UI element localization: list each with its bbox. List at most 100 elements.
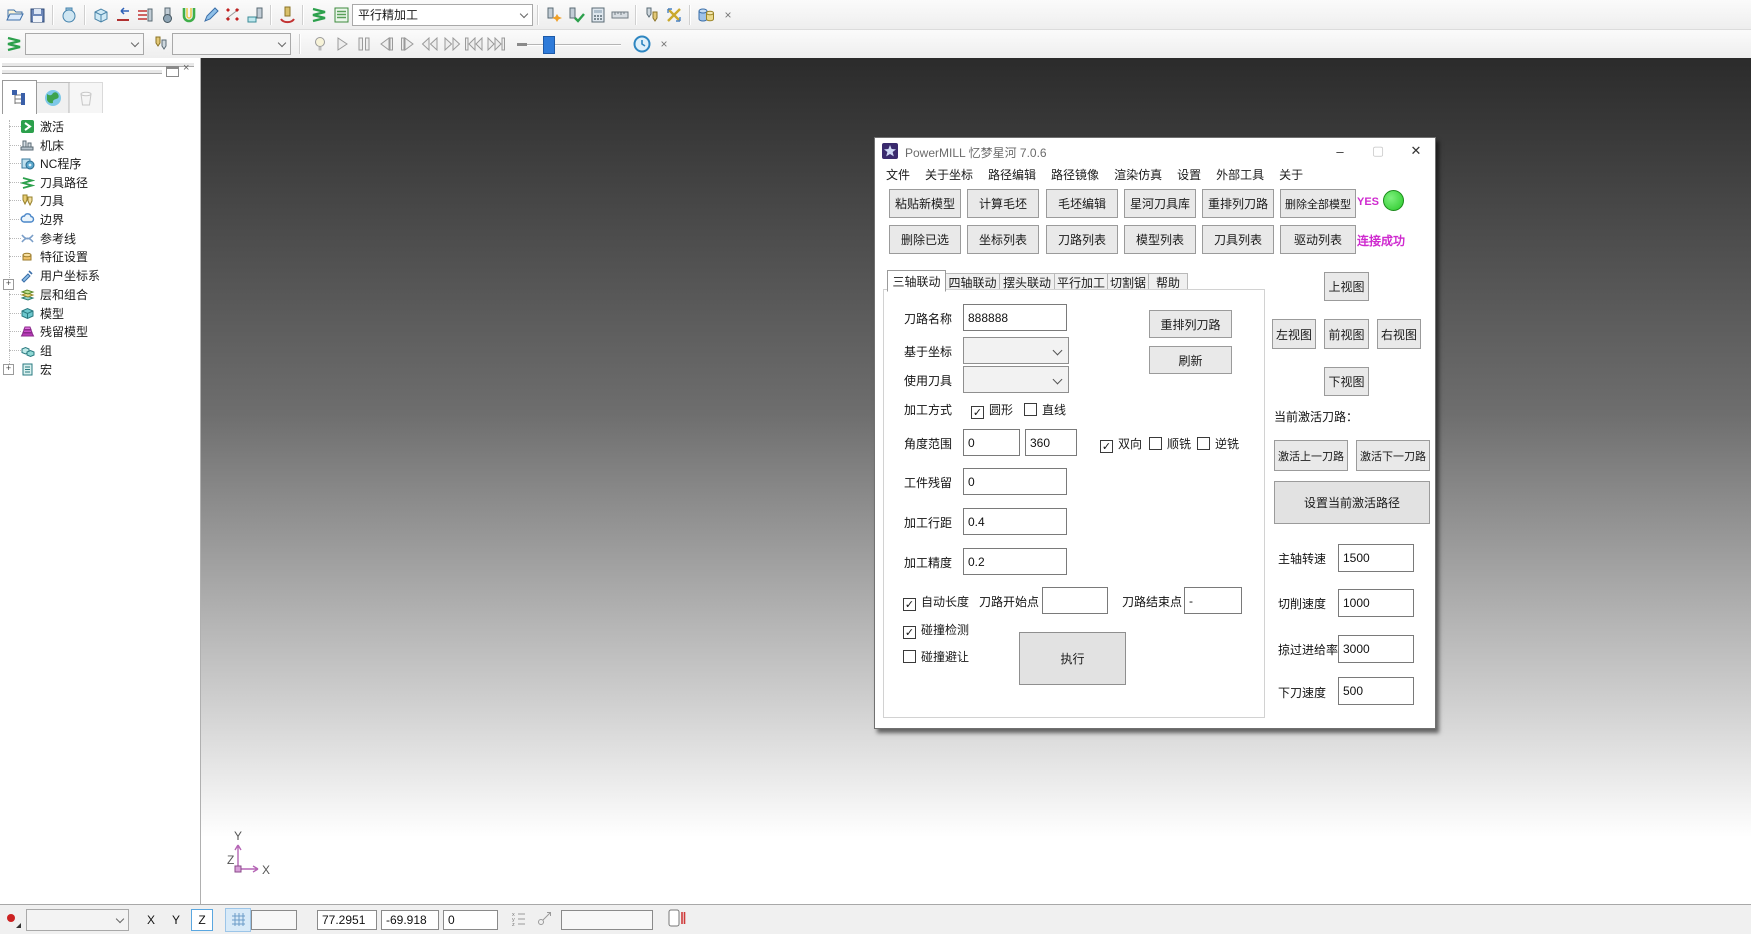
block-icon[interactable]: [90, 3, 112, 26]
view-front-button[interactable]: 前视图: [1324, 319, 1369, 349]
ball-tool-icon[interactable]: [156, 3, 178, 26]
view-right-button[interactable]: 右视图: [1377, 319, 1421, 349]
tab-3axis[interactable]: 三轴联动: [887, 270, 946, 292]
cutting-feed-input[interactable]: [1338, 589, 1414, 617]
use-tool-combo[interactable]: [963, 366, 1069, 393]
cursor-x-field[interactable]: [317, 910, 377, 930]
refresh-button[interactable]: 刷新: [1149, 346, 1232, 374]
collision-check-icon[interactable]: [178, 3, 200, 26]
speed-slider[interactable]: [517, 35, 621, 53]
tool-spark-icon[interactable]: [543, 3, 565, 26]
activate-prev-toolpath-button[interactable]: 激活上一刀路: [1274, 440, 1348, 471]
auto-length-checkbox[interactable]: ✓自动长度: [903, 593, 969, 611]
cursor-z-field[interactable]: [443, 910, 498, 930]
tab-recycle-bin[interactable]: [68, 82, 103, 113]
skip-end-icon[interactable]: [485, 33, 507, 56]
end-point-input[interactable]: [1184, 587, 1242, 614]
cross-arrows-icon[interactable]: [663, 3, 685, 26]
activate-next-toolpath-button[interactable]: 激活下一刀路: [1356, 440, 1430, 471]
play-icon[interactable]: [331, 33, 353, 56]
collision-check-checkbox[interactable]: ✓碰撞检测: [903, 621, 969, 639]
cursor-y-field[interactable]: [381, 910, 439, 930]
pattern-points-icon[interactable]: [222, 3, 244, 26]
stock-allowance-input[interactable]: [963, 468, 1067, 495]
spindle-speed-input[interactable]: [1338, 544, 1414, 572]
set-active-path-button[interactable]: 设置当前激活路径: [1274, 481, 1430, 524]
skim-feed-input[interactable]: [1338, 635, 1414, 663]
collision-avoid-checkbox[interactable]: 碰撞避让: [903, 648, 969, 665]
toolbar-gripper[interactable]: [2, 69, 162, 74]
delete-all-models-button[interactable]: 删除全部模型: [1280, 189, 1356, 218]
contact-book-icon[interactable]: [667, 909, 687, 930]
sim-toolbar-close-icon[interactable]: ×: [653, 33, 675, 56]
tree-item-levels-sets[interactable]: 层和组合: [20, 285, 88, 303]
menu-coords[interactable]: 关于坐标: [925, 166, 973, 183]
paste-model-button[interactable]: 粘贴新模型: [889, 189, 961, 218]
model-list-button[interactable]: 模型列表: [1124, 225, 1196, 254]
tab-globe[interactable]: [35, 82, 70, 113]
tree-item-activate[interactable]: 激活: [20, 117, 64, 135]
lightbulb-icon[interactable]: [309, 33, 331, 56]
ruler-icon[interactable]: [609, 3, 631, 26]
expand-icon[interactable]: +: [3, 279, 14, 290]
edit-stock-button[interactable]: 毛坯编辑: [1046, 189, 1118, 218]
reorder-toolpaths-form-button[interactable]: 重排列刀路: [1149, 310, 1232, 338]
menu-external-tools[interactable]: 外部工具: [1216, 166, 1264, 183]
menu-path-mirror[interactable]: 路径镜像: [1051, 166, 1099, 183]
stepover-input[interactable]: [963, 508, 1067, 535]
tree-item-stock-models[interactable]: 残留模型: [20, 322, 88, 340]
step-back-icon[interactable]: [375, 33, 397, 56]
y-axis-button[interactable]: Y: [166, 910, 186, 930]
angle-from-input[interactable]: [963, 429, 1020, 456]
toolbar-close-icon[interactable]: ×: [717, 3, 739, 26]
tree-item-models[interactable]: 模型: [20, 304, 64, 322]
menu-render-sim[interactable]: 渲染仿真: [1114, 166, 1162, 183]
tree-item-feature-sets[interactable]: 特征设置: [20, 247, 88, 265]
tab-explorer-tree[interactable]: [2, 80, 37, 114]
climb-mill-checkbox[interactable]: 顺铣: [1149, 435, 1191, 452]
step-forward-icon[interactable]: [397, 33, 419, 56]
tools-pair-icon[interactable]: [641, 3, 663, 26]
menu-settings[interactable]: 设置: [1177, 166, 1201, 183]
skip-start-icon[interactable]: [463, 33, 485, 56]
draw-point-button[interactable]: [4, 911, 22, 929]
coord-list-button[interactable]: 坐标列表: [967, 225, 1039, 254]
view-bottom-button[interactable]: 下视图: [1324, 367, 1369, 396]
calculator-icon[interactable]: [587, 3, 609, 26]
tool-library-button[interactable]: 星河刀具库: [1124, 189, 1196, 218]
maximize-button[interactable]: ▢: [1359, 138, 1397, 164]
strategy-list-icon[interactable]: [330, 3, 352, 26]
grid-toggle-button[interactable]: [225, 908, 251, 932]
xyz-list-icon[interactable]: xyz: [512, 910, 528, 929]
status-combo[interactable]: [26, 909, 129, 931]
boundary-tool-icon[interactable]: [134, 3, 156, 26]
toolpath-icon[interactable]: [308, 3, 330, 26]
tree-item-boundaries[interactable]: 边界: [20, 210, 64, 228]
strategy-combo[interactable]: 平行精加工: [352, 4, 533, 26]
conventional-mill-checkbox[interactable]: 逆铣: [1197, 435, 1239, 452]
toolpath-arrow-icon[interactable]: [112, 3, 134, 26]
execute-button[interactable]: 执行: [1019, 632, 1126, 685]
slider-handle[interactable]: [543, 36, 555, 54]
float-panel-icon[interactable]: [166, 66, 179, 77]
tool-list-button[interactable]: 刀具列表: [1202, 225, 1274, 254]
x-axis-button[interactable]: X: [141, 910, 161, 930]
bidirectional-checkbox[interactable]: ✓双向: [1100, 435, 1142, 453]
rewind-icon[interactable]: [419, 33, 441, 56]
menu-path-edit[interactable]: 路径编辑: [988, 166, 1036, 183]
toolpath-name-input[interactable]: [963, 304, 1067, 331]
plunge-feed-input[interactable]: [1338, 677, 1414, 705]
toolpath-list-button[interactable]: 刀路列表: [1046, 225, 1118, 254]
tree-item-patterns[interactable]: 参考线: [20, 229, 76, 247]
dialog-titlebar[interactable]: PowerMILL 忆梦星河 7.0.6 – ▢ ✕: [875, 138, 1435, 165]
view-top-button[interactable]: 上视图: [1324, 272, 1369, 301]
expand-icon[interactable]: +: [3, 364, 14, 375]
print-icon[interactable]: [58, 3, 80, 26]
calc-stock-button[interactable]: 计算毛坯: [967, 189, 1039, 218]
fast-forward-icon[interactable]: [441, 33, 463, 56]
view-left-button[interactable]: 左视图: [1272, 319, 1316, 349]
angle-to-input[interactable]: [1025, 429, 1077, 456]
minimize-button[interactable]: –: [1321, 138, 1359, 164]
z-axis-button[interactable]: Z: [191, 909, 213, 931]
delete-selected-button[interactable]: 删除已选: [889, 225, 961, 254]
